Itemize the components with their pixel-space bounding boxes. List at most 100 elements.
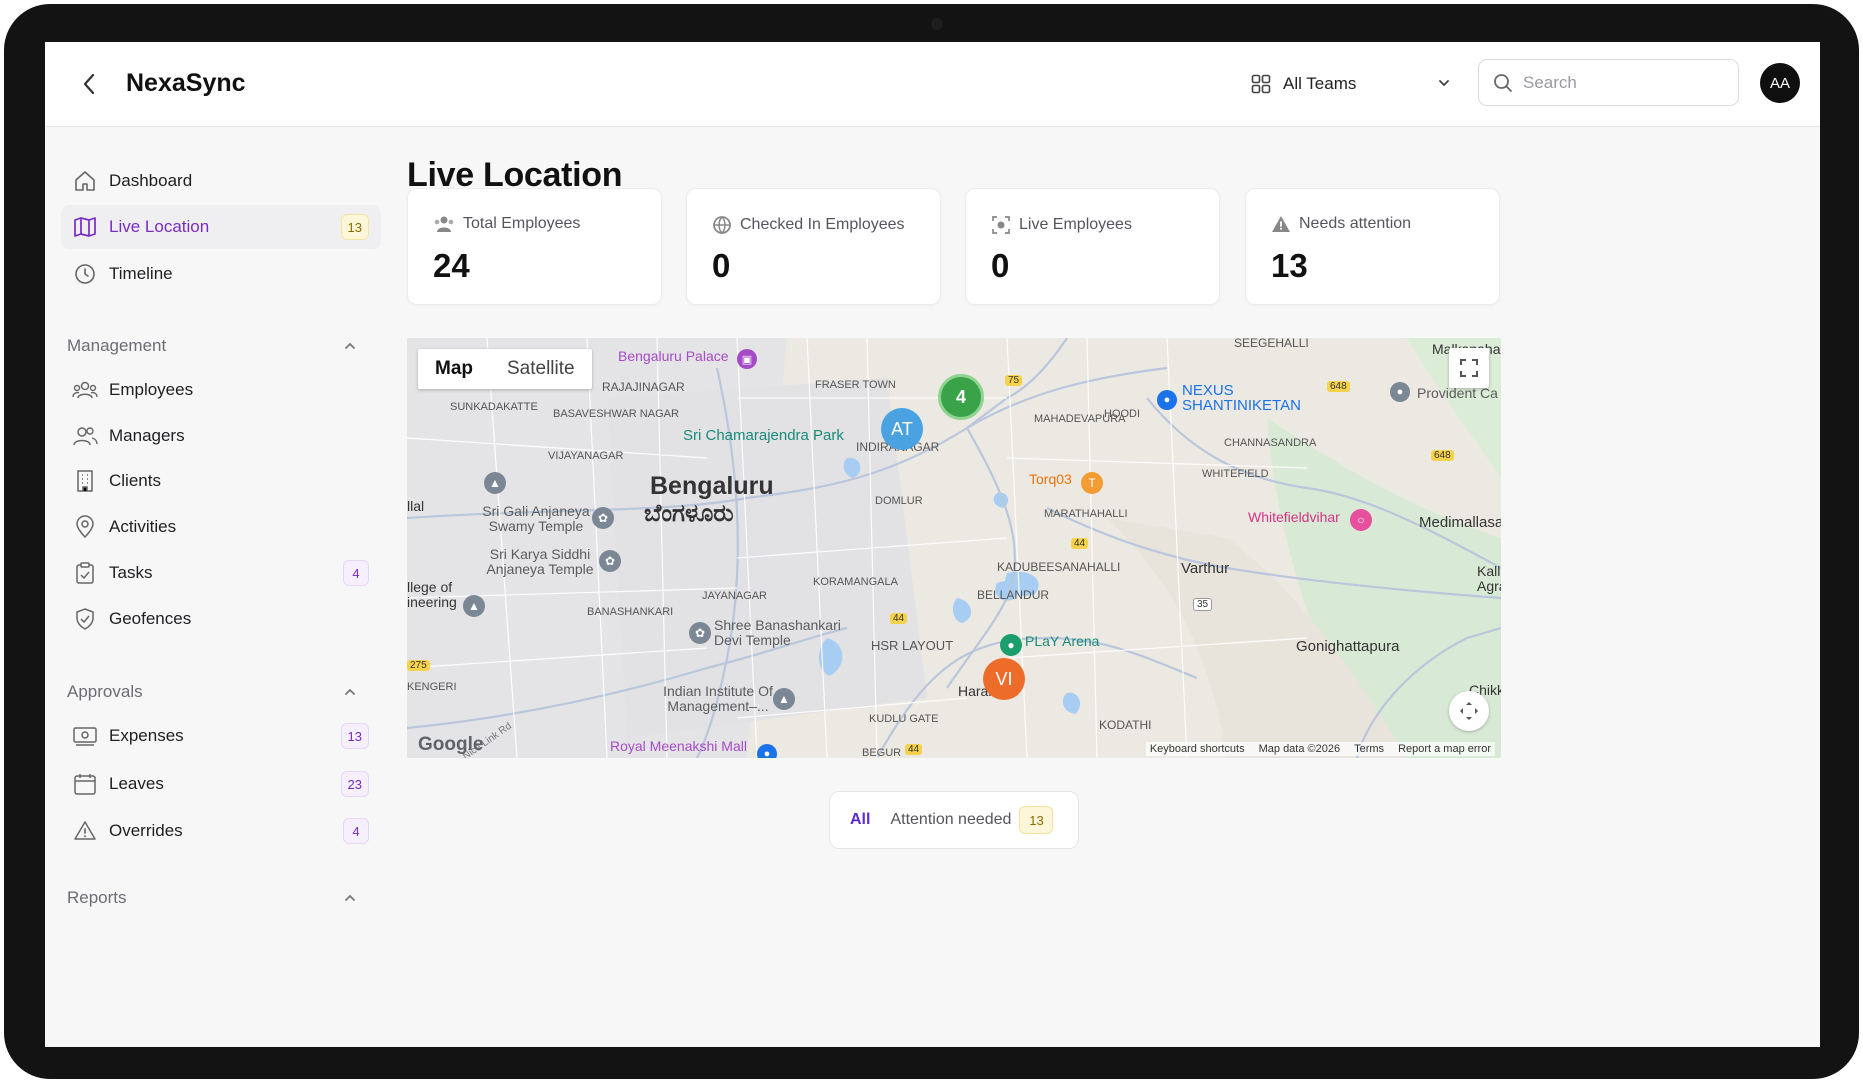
building-icon bbox=[71, 467, 99, 495]
sidebar-item-managers[interactable]: Managers bbox=[61, 414, 381, 458]
poi-shopping-icon[interactable]: ● bbox=[1157, 390, 1177, 410]
grid-icon bbox=[1251, 74, 1271, 94]
sidebar-item-tasks[interactable]: Tasks 4 bbox=[61, 551, 381, 595]
map-label-torq03: Torq03 bbox=[1029, 471, 1072, 487]
poi-pin-icon[interactable]: ● bbox=[1390, 382, 1410, 402]
poi-education-icon[interactable]: ▲ bbox=[484, 472, 506, 494]
section-toggle-reports[interactable]: Reports bbox=[67, 883, 357, 913]
poi-education-icon[interactable]: ▲ bbox=[463, 595, 485, 617]
sidebar-item-clients[interactable]: Clients bbox=[61, 459, 381, 503]
poi-shopping-icon[interactable]: ● bbox=[757, 744, 777, 758]
stat-label: Needs attention bbox=[1299, 215, 1412, 232]
map-label-illal: llal bbox=[407, 498, 425, 514]
shield-check-icon bbox=[71, 605, 99, 633]
poi-temple-icon[interactable]: ✿ bbox=[689, 622, 711, 644]
banknote-icon bbox=[71, 722, 99, 750]
sidebar-item-overrides[interactable]: Overrides 4 bbox=[61, 809, 381, 853]
poi-museum-icon[interactable]: ▣ bbox=[737, 349, 757, 369]
back-button[interactable] bbox=[73, 70, 105, 98]
sidebar-item-activities[interactable]: Activities bbox=[61, 505, 381, 549]
sidebar-item-live-location[interactable]: Live Location 13 bbox=[61, 205, 381, 249]
map-type-satellite[interactable]: Satellite bbox=[490, 349, 592, 389]
location-pin-icon bbox=[71, 513, 99, 541]
filter-all-tab[interactable]: All bbox=[850, 811, 870, 829]
poi-torq03-icon[interactable]: T bbox=[1081, 472, 1103, 494]
map-label-whitefieldvihar: Whitefieldvihar bbox=[1248, 509, 1340, 525]
poi-whitefieldvihar-icon[interactable]: ○ bbox=[1350, 509, 1372, 531]
search-input[interactable] bbox=[1523, 72, 1723, 93]
map-camera-control[interactable] bbox=[1449, 691, 1489, 731]
terms-link[interactable]: Terms bbox=[1354, 743, 1384, 755]
map-label-nexus-shantiniketan: NEXUS SHANTINIKETAN bbox=[1182, 382, 1301, 414]
calendar-icon bbox=[71, 770, 99, 798]
stat-value: 24 bbox=[433, 247, 470, 284]
app-title: NexaSync bbox=[126, 69, 246, 97]
keyboard-shortcuts-link[interactable]: Keyboard shortcuts bbox=[1150, 743, 1245, 755]
map-label-royal-meenakshi: Royal Meenakshi Mall bbox=[610, 738, 747, 754]
marker-cluster[interactable]: 4 bbox=[938, 374, 984, 420]
filter-attention-tab[interactable]: Attention needed bbox=[890, 811, 1011, 829]
section-toggle-approvals[interactable]: Approvals bbox=[67, 677, 357, 707]
poi-temple-icon[interactable]: ✿ bbox=[599, 550, 621, 572]
stat-value: 13 bbox=[1271, 247, 1308, 284]
poi-education-icon[interactable]: ▲ bbox=[773, 688, 795, 710]
team-select[interactable]: All Teams bbox=[1251, 66, 1451, 102]
sidebar-item-label: Geofences bbox=[109, 609, 192, 628]
user-group-icon bbox=[71, 422, 99, 450]
map-label-kudlu-gate: KUDLU GATE bbox=[869, 713, 939, 725]
sidebar-item-label: Live Location bbox=[109, 217, 210, 236]
map-label-basaveshwar-nagar: BASAVESHWAR NAGAR bbox=[553, 408, 679, 420]
road-shield: 648 bbox=[1431, 450, 1454, 461]
map-label-marathahalli: MARATHAHALLI bbox=[1044, 508, 1128, 520]
map-label-sri-gali-anjaneya: Sri Gali Anjaneya Swamy Temple bbox=[482, 503, 590, 534]
sidebar-item-employees[interactable]: Employees bbox=[61, 368, 381, 412]
sidebar-item-timeline[interactable]: Timeline bbox=[61, 252, 381, 296]
stat-value: 0 bbox=[712, 247, 731, 284]
marker-employee-vi[interactable]: VI bbox=[983, 658, 1025, 700]
poi-play-arena-icon[interactable]: ● bbox=[1000, 634, 1022, 656]
top-header: NexaSync All Teams AA bbox=[45, 42, 1820, 127]
live-location-map[interactable]: Map Satellite Bengaluru Palace RAJAJINAG… bbox=[407, 338, 1501, 758]
map-label-domlur: DOMLUR bbox=[875, 495, 923, 507]
avatar[interactable]: AA bbox=[1760, 63, 1800, 103]
move-arrows-icon bbox=[1460, 702, 1478, 720]
map-label-kodathi: KODATHI bbox=[1099, 718, 1152, 732]
sidebar-item-label: Tasks bbox=[109, 563, 153, 582]
map-label-vijayanagar: VIJAYANAGAR bbox=[548, 450, 624, 462]
chevron-left-icon bbox=[83, 73, 95, 95]
map-icon bbox=[71, 213, 99, 241]
app-screen: NexaSync All Teams AA bbox=[45, 42, 1820, 1047]
expenses-count-badge: 13 bbox=[340, 723, 369, 749]
chevron-down-icon bbox=[1439, 80, 1449, 87]
report-map-error-link[interactable]: Report a map error bbox=[1398, 743, 1491, 755]
sidebar-item-label: Clients bbox=[109, 471, 161, 490]
attention-count-badge: 13 bbox=[1019, 806, 1054, 834]
section-title: Reports bbox=[67, 888, 127, 907]
map-label-college: llege of ineering bbox=[407, 579, 457, 610]
sidebar-item-dashboard[interactable]: Dashboard bbox=[61, 159, 381, 203]
map-data-label: Map data ©2026 bbox=[1258, 743, 1341, 755]
map-type-toggle: Map Satellite bbox=[418, 349, 592, 389]
sidebar-item-label: Managers bbox=[109, 426, 185, 445]
stat-label: Live Employees bbox=[1019, 216, 1132, 233]
marker-employee-at[interactable]: AT bbox=[881, 408, 923, 450]
tasks-count-badge: 4 bbox=[343, 560, 369, 586]
section-toggle-management[interactable]: Management bbox=[67, 331, 357, 361]
map-label-iim: Indian Institute Of Management–... bbox=[663, 683, 773, 714]
sidebar-item-geofences[interactable]: Geofences bbox=[61, 597, 381, 641]
sidebar-item-label: Expenses bbox=[109, 726, 184, 745]
map-label-kadubeesanahalli: KADUBEESANAHALLI bbox=[997, 560, 1121, 574]
sidebar-item-expenses[interactable]: Expenses 13 bbox=[61, 714, 381, 758]
map-label-varthur: Varthur bbox=[1181, 560, 1230, 577]
map-label-sri-karya-siddhi: Sri Karya Siddhi Anjaneya Temple bbox=[486, 546, 594, 577]
clock-icon bbox=[71, 260, 99, 288]
sidebar-item-leaves[interactable]: Leaves 23 bbox=[61, 762, 381, 806]
map-type-map[interactable]: Map bbox=[418, 349, 490, 389]
map-label-fraser-town: FRASER TOWN bbox=[815, 379, 896, 391]
fullscreen-button[interactable] bbox=[1449, 348, 1489, 388]
sidebar-item-label: Overrides bbox=[109, 821, 183, 840]
poi-temple-icon[interactable]: ✿ bbox=[592, 507, 614, 529]
stat-card-needs-attention: Needs attention 13 bbox=[1245, 188, 1500, 305]
stat-label: Total Employees bbox=[463, 215, 581, 232]
map-label-whitefield: WHITEFIELD bbox=[1202, 468, 1269, 480]
